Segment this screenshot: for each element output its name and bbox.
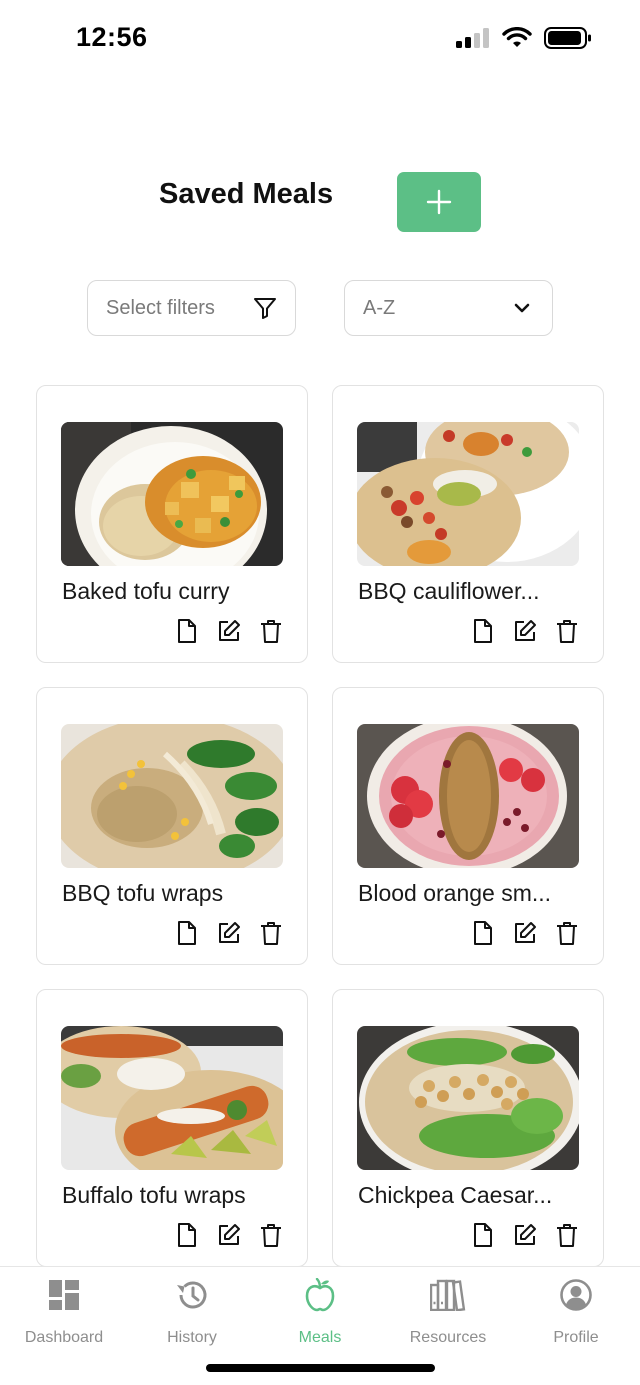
trash-icon	[261, 922, 281, 945]
edit-button[interactable]	[217, 1222, 241, 1248]
view-button[interactable]	[175, 1222, 199, 1248]
filter-icon	[254, 298, 276, 319]
chevron-down-icon	[514, 303, 530, 313]
nav-item-meals[interactable]: Meals	[256, 1277, 384, 1347]
edit-button[interactable]	[513, 920, 537, 946]
delete-button[interactable]	[259, 920, 283, 946]
nav-item-history[interactable]: History	[128, 1277, 256, 1347]
meal-card[interactable]: Buffalo tofu wraps	[36, 989, 308, 1267]
view-button[interactable]	[175, 920, 199, 946]
edit-button[interactable]	[217, 618, 241, 644]
meal-image	[61, 422, 283, 566]
edit-icon	[515, 922, 536, 943]
signal-icon	[456, 28, 489, 48]
delete-button[interactable]	[555, 920, 579, 946]
status-icons	[456, 26, 592, 50]
document-icon	[178, 619, 196, 643]
card-actions	[175, 920, 283, 946]
meal-card[interactable]: BBQ cauliflower...	[332, 385, 604, 663]
card-actions	[175, 618, 283, 644]
edit-button[interactable]	[217, 920, 241, 946]
meal-name: Baked tofu curry	[62, 578, 230, 604]
meal-name: Blood orange sm...	[358, 880, 552, 906]
page-header: Saved Meals	[0, 170, 640, 234]
nav-item-dashboard[interactable]: Dashboard	[0, 1277, 128, 1347]
trash-icon	[557, 1224, 577, 1247]
delete-button[interactable]	[555, 618, 579, 644]
dashboard-icon	[46, 1277, 82, 1313]
nav-label: History	[167, 1329, 217, 1346]
view-button[interactable]	[175, 618, 199, 644]
filter-placeholder: Select filters	[106, 296, 215, 319]
trash-icon	[261, 620, 281, 643]
document-icon	[474, 619, 492, 643]
sort-select[interactable]: A-Z	[344, 280, 553, 336]
battery-icon	[544, 27, 591, 49]
view-button[interactable]	[471, 920, 495, 946]
trash-icon	[557, 922, 577, 945]
home-indicator[interactable]	[206, 1364, 435, 1372]
page-title: Saved Meals	[159, 178, 334, 210]
card-actions	[471, 1222, 579, 1248]
meal-card[interactable]: Baked tofu curry	[36, 385, 308, 663]
status-time: 12:56	[76, 22, 148, 52]
meal-image	[357, 1026, 579, 1170]
edit-icon	[219, 922, 240, 943]
edit-icon	[515, 1224, 536, 1245]
meal-name: Buffalo tofu wraps	[62, 1182, 246, 1208]
meal-image	[61, 724, 283, 868]
plus-icon	[426, 189, 452, 215]
meal-name: BBQ cauliflower...	[358, 578, 540, 604]
history-icon	[174, 1277, 210, 1313]
nav-label: Dashboard	[24, 1329, 104, 1346]
meal-name: Chickpea Caesar...	[358, 1182, 553, 1208]
document-icon	[178, 921, 196, 945]
edit-icon	[515, 620, 536, 641]
books-icon	[430, 1277, 466, 1313]
meal-card[interactable]: Blood orange sm...	[332, 687, 604, 965]
view-button[interactable]	[471, 1222, 495, 1248]
card-actions	[175, 1222, 283, 1248]
edit-button[interactable]	[513, 1222, 537, 1248]
meal-image	[357, 422, 579, 566]
sort-value: A-Z	[363, 296, 396, 319]
filter-select[interactable]: Select filters	[87, 280, 296, 336]
edit-button[interactable]	[513, 618, 537, 644]
delete-button[interactable]	[555, 1222, 579, 1248]
meal-image	[61, 1026, 283, 1170]
nav-label: Resources	[409, 1329, 487, 1346]
card-actions	[471, 618, 579, 644]
document-icon	[178, 1223, 196, 1247]
nav-item-profile[interactable]: Profile	[512, 1277, 640, 1347]
card-actions	[471, 920, 579, 946]
delete-button[interactable]	[259, 1222, 283, 1248]
profile-icon	[558, 1277, 594, 1313]
nav-label: Meals	[298, 1329, 342, 1346]
trash-icon	[261, 1224, 281, 1247]
status-bar: 12:56	[0, 0, 640, 80]
meal-image	[357, 724, 579, 868]
trash-icon	[557, 620, 577, 643]
wifi-icon	[502, 27, 532, 47]
nav-item-resources[interactable]: Resources	[384, 1277, 512, 1347]
add-meal-button[interactable]	[397, 172, 481, 232]
meal-name: BBQ tofu wraps	[62, 880, 224, 906]
nav-label: Profile	[553, 1329, 599, 1346]
delete-button[interactable]	[259, 618, 283, 644]
apple-icon	[302, 1277, 338, 1313]
edit-icon	[219, 620, 240, 641]
edit-icon	[219, 1224, 240, 1245]
meal-card[interactable]: Chickpea Caesar...	[332, 989, 604, 1267]
document-icon	[474, 921, 492, 945]
document-icon	[474, 1223, 492, 1247]
meal-card[interactable]: BBQ tofu wraps	[36, 687, 308, 965]
view-button[interactable]	[471, 618, 495, 644]
